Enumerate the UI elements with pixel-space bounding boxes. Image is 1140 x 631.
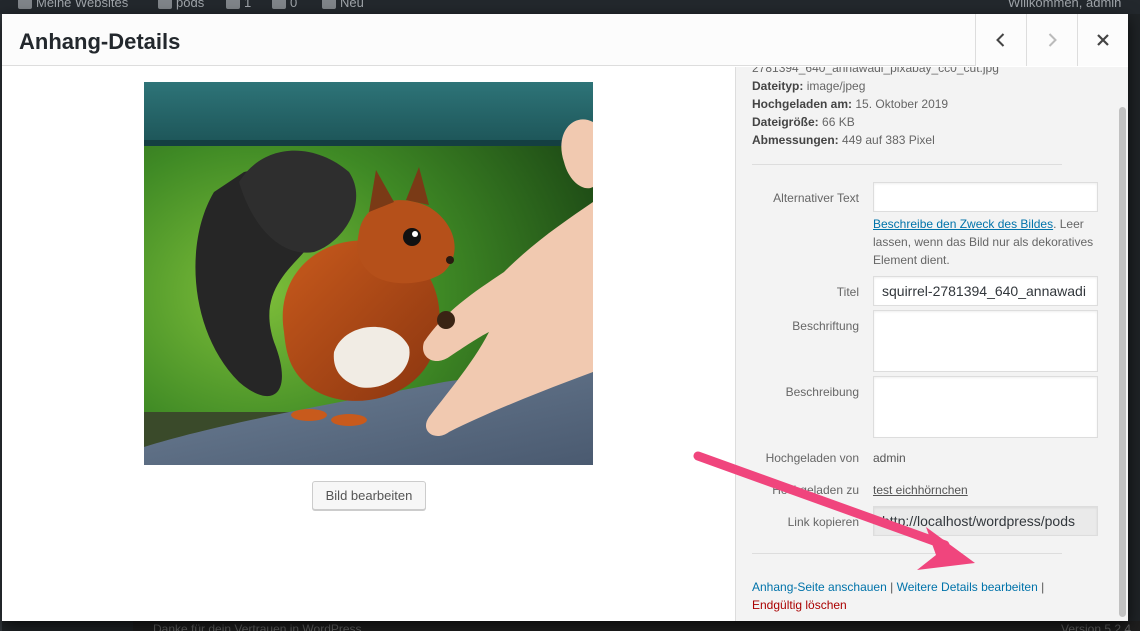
filetype-row: Dateityp: image/jpeg [752,77,999,95]
caption-textarea[interactable] [873,310,1098,372]
modal-header: Anhang-Details [2,14,1128,66]
alt-text-help-link[interactable]: Beschreibe den Zweck des Bildes [873,217,1053,231]
upload-date-row: Hochgeladen am: 15. Oktober 2019 [752,95,999,113]
delete-permanently-link[interactable]: Endgültig löschen [752,598,847,612]
alt-text-label: Alternativer Text [773,191,859,205]
image-preview-area: Bild bearbeiten [2,67,735,621]
attachment-actions: Anhang-Seite anschauen | Weitere Details… [752,578,1072,614]
edit-image-button[interactable]: Bild bearbeiten [312,481,426,510]
refresh-icon [226,0,240,9]
admin-bar-sites[interactable]: Meine Websites [18,0,128,10]
upload-date-value: 15. Oktober 2019 [855,97,949,111]
caption-label: Beschriftung [792,319,859,333]
uploaded-to-link[interactable]: test eichhörnchen [873,483,968,497]
filetype-value: image/jpeg [806,79,866,93]
alt-text-help: Beschreibe den Zweck des Bildes. Leer la… [873,215,1103,269]
admin-bar-new-label: Neu [340,0,364,10]
uploaded-by-value: admin [873,451,906,465]
uploaded-by-label: Hochgeladen von [765,451,859,465]
dimensions-row: Abmessungen: 449 auf 383 Pixel [752,131,999,149]
details-scrollbar[interactable] [1119,107,1126,617]
comment-icon [272,0,286,9]
chevron-right-icon [1048,33,1057,47]
divider [752,553,1062,554]
dimensions-value: 449 auf 383 Pixel [842,133,935,147]
next-button[interactable] [1026,14,1077,66]
chevron-left-icon [996,33,1005,47]
filesize-value: 66 KB [822,115,855,129]
close-icon [1097,34,1109,46]
house-icon [18,0,32,9]
home-icon [158,0,172,9]
description-label: Beschreibung [785,385,859,399]
action-separator: | [890,580,894,594]
filesize-row: Dateigröße: 66 KB [752,113,999,131]
filetype-label: Dateityp: [752,79,804,93]
admin-footer: Danke für dein Vertrauen in WordPress. V… [133,621,1140,631]
title-label: Titel [836,285,859,299]
copy-link-input[interactable]: http://localhost/wordpress/pods [873,506,1098,536]
admin-bar-greeting[interactable]: Willkommen, admin [1008,0,1121,10]
action-separator: | [1041,580,1045,594]
description-textarea[interactable] [873,376,1098,438]
admin-bar-sites-label: Meine Websites [36,0,129,10]
dimensions-label: Abmessungen: [752,133,839,147]
admin-bar-comments[interactable]: 0 [272,0,297,10]
admin-bar-site-label: pods [176,0,205,10]
close-button[interactable] [1077,14,1128,66]
divider [752,164,1062,165]
title-input[interactable]: squirrel-2781394_640_annawadi [873,276,1098,306]
alt-text-input[interactable] [873,182,1098,212]
previous-button[interactable] [975,14,1026,66]
admin-bar-comments-count: 0 [290,0,298,10]
admin-bar-updates-count: 1 [244,0,252,10]
plus-icon [322,0,336,9]
attachment-details-sidebar: 2781394_640_annawadi_pixabay_cc0_cut.jpg… [735,67,1128,621]
footer-version: Version 5.2.4 [1061,622,1132,631]
upload-date-label: Hochgeladen am: [752,97,853,111]
file-metadata: 2781394_640_annawadi_pixabay_cc0_cut.jpg… [752,67,999,149]
filesize-label: Dateigröße: [752,115,819,129]
admin-bar-updates[interactable]: 1 [226,0,251,10]
admin-bar: Meine Websites pods 1 0 Neu Willkommen, … [0,0,1140,14]
admin-bar-site[interactable]: pods [158,0,204,10]
modal-title: Anhang-Details [19,29,181,54]
copy-link-label: Link kopieren [787,515,859,529]
edit-more-details-link[interactable]: Weitere Details bearbeiten [897,580,1038,594]
uploaded-to-label: Hochgeladen zu [772,483,859,497]
admin-bar-new[interactable]: Neu [322,0,364,10]
attachment-details-modal: Anhang-Details Bild bearbeiten 2781394_6… [2,14,1128,621]
filename: 2781394_640_annawadi_pixabay_cc0_cut.jpg [752,67,999,75]
view-attachment-page-link[interactable]: Anhang-Seite anschauen [752,580,887,594]
footer-thanks: Danke für dein Vertrauen in WordPress. [153,622,365,631]
squirrel-image [144,82,593,465]
